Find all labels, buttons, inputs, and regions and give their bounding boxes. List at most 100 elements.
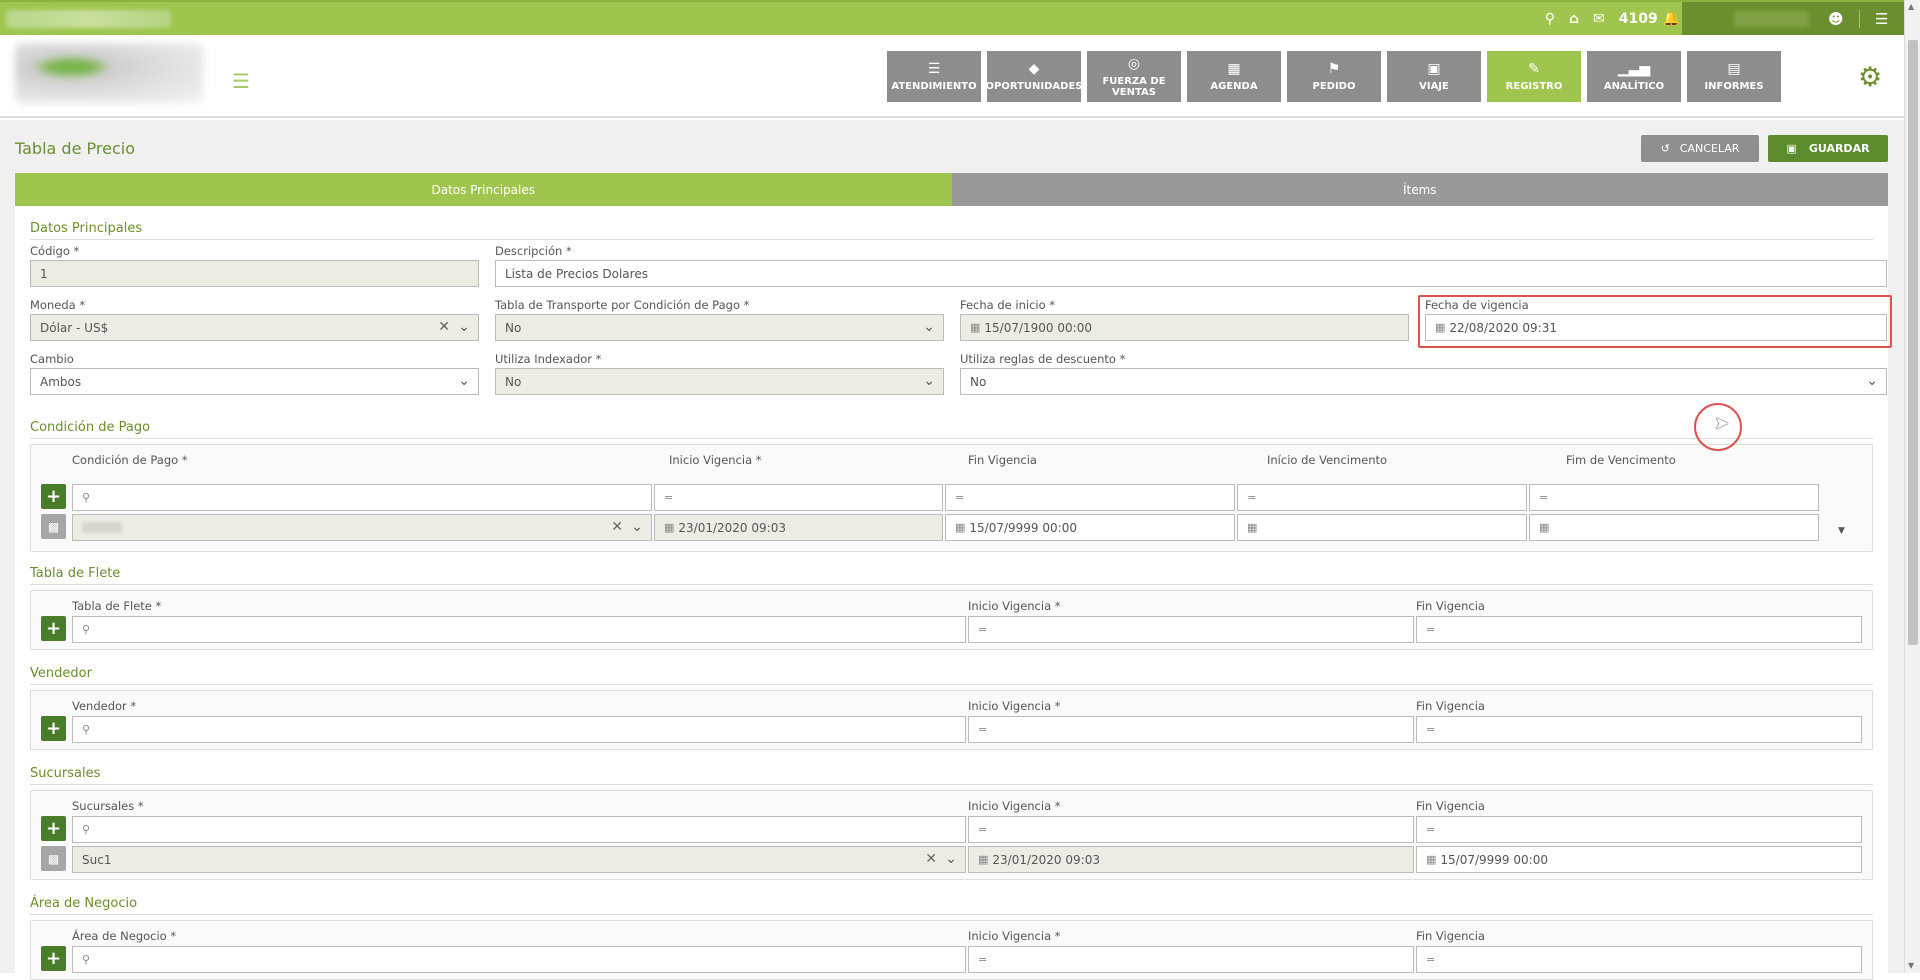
- fin-venc-filter[interactable]: =: [1529, 484, 1819, 511]
- moneda-select[interactable]: Dólar - US$ ✕ ⌄: [30, 314, 479, 341]
- reglas-select[interactable]: No ⌄: [960, 368, 1887, 395]
- chevron-down-icon[interactable]: ⌄: [923, 319, 935, 335]
- save-button[interactable]: ▣ GUARDAR: [1768, 135, 1888, 162]
- blurred-value: [82, 522, 122, 533]
- clear-icon[interactable]: ✕: [925, 851, 937, 867]
- delete-sucursal-button[interactable]: ▩: [41, 846, 66, 871]
- fin-filter[interactable]: =: [1416, 616, 1862, 643]
- delete-condicion-button[interactable]: ▩: [41, 514, 66, 539]
- clear-icon[interactable]: ✕: [611, 519, 623, 535]
- chevron-down-icon[interactable]: ⌄: [1866, 373, 1878, 389]
- tab-datos-principales[interactable]: Datos Principales: [15, 173, 952, 206]
- top-icons: ⚲ ⌂ ✉ 4109 🔔: [1545, 2, 1680, 35]
- inicio-filter[interactable]: =: [968, 716, 1414, 743]
- nav-label: VIAJE: [1419, 81, 1449, 92]
- inicio-vigencia-field[interactable]: ▦ 23/01/2020 09:03: [968, 846, 1414, 873]
- scroll-down-icon[interactable]: ▼: [1908, 961, 1914, 970]
- fin-filter[interactable]: =: [945, 484, 1235, 511]
- col-header: Inicio Vigencia *: [968, 699, 1061, 713]
- chevron-down-icon[interactable]: ⌄: [631, 519, 643, 535]
- fin-filter[interactable]: =: [1416, 946, 1862, 973]
- inicio-filter[interactable]: =: [968, 816, 1414, 843]
- inicio-vigencia-field[interactable]: ▦ 23/01/2020 09:03: [654, 514, 943, 541]
- nav-informes[interactable]: ▤ INFORMES: [1687, 51, 1781, 102]
- inicio-venc-filter[interactable]: =: [1237, 484, 1527, 511]
- nav-oportunidades[interactable]: ◆ OPORTUNIDADES: [985, 51, 1083, 102]
- nav-registro[interactable]: ✎ REGISTRO: [1487, 51, 1581, 102]
- user-icon[interactable]: ☻: [1828, 10, 1844, 28]
- scrollbar[interactable]: ▲ ▼: [1904, 0, 1920, 973]
- cancel-label: CANCELAR: [1679, 142, 1740, 155]
- nav-viaje[interactable]: ▣ VIAJE: [1387, 51, 1481, 102]
- edit-icon: ✎: [1528, 61, 1540, 77]
- chevron-down-icon[interactable]: ⌄: [945, 851, 957, 867]
- col-header: Condición de Pago *: [72, 453, 188, 467]
- fecha-vigencia-field[interactable]: ▦ 22/08/2020 09:31: [1425, 314, 1887, 341]
- flete-search-input[interactable]: ⚲: [72, 616, 966, 643]
- calendar-icon: ▦: [1426, 853, 1437, 866]
- sucursal-search-input[interactable]: ⚲: [72, 816, 966, 843]
- add-vendedor-button[interactable]: +: [41, 716, 66, 741]
- nav-agenda[interactable]: ▦ AGENDA: [1187, 51, 1281, 102]
- inicio-filter[interactable]: =: [968, 946, 1414, 973]
- transporte-select[interactable]: No ⌄: [495, 314, 944, 341]
- fin-filter[interactable]: =: [1416, 816, 1862, 843]
- hamburger-icon[interactable]: ☰: [232, 69, 250, 93]
- chevron-down-icon[interactable]: ⌄: [923, 373, 935, 389]
- scroll-up-icon[interactable]: ▲: [1908, 2, 1914, 11]
- inicio-filter[interactable]: =: [968, 616, 1414, 643]
- fin-filter[interactable]: =: [1416, 716, 1862, 743]
- area-search-input[interactable]: ⚲: [72, 946, 966, 973]
- nav-pedido[interactable]: ⚑ PEDIDO: [1287, 51, 1381, 102]
- section-title: Condición de Pago: [30, 420, 151, 435]
- col-header: Fin Vigencia: [1416, 699, 1485, 713]
- sucursal-select[interactable]: Suc1 ✕ ⌄: [72, 846, 966, 873]
- clear-icon[interactable]: ✕: [438, 319, 450, 335]
- calendar-icon: ▦: [1539, 521, 1550, 534]
- mail-icon[interactable]: ✉: [1593, 11, 1605, 27]
- fin-vigencia-field[interactable]: ▦ 15/07/9999 00:00: [945, 514, 1235, 541]
- descripcion-label: Descripción *: [495, 244, 572, 258]
- page-title: Tabla de Precio: [15, 139, 135, 158]
- cambio-select[interactable]: Ambos ⌄: [30, 368, 479, 395]
- notifications-button[interactable]: 4109 🔔: [1619, 11, 1680, 27]
- inicio-filter[interactable]: =: [654, 484, 943, 511]
- gear-icon[interactable]: ⚙: [1858, 62, 1882, 93]
- nav-fuerza-de-ventas[interactable]: ◎ FUERZA DE VENTAS: [1087, 51, 1181, 102]
- fin-venc-field[interactable]: ▦: [1529, 514, 1819, 541]
- search-icon[interactable]: ⚲: [1545, 11, 1555, 27]
- home-icon[interactable]: ⌂: [1569, 11, 1579, 27]
- fin-vigencia-field[interactable]: ▦ 15/07/9999 00:00: [1416, 846, 1862, 873]
- descripcion-field[interactable]: Lista de Precios Dolares: [495, 260, 1887, 287]
- chevron-down-icon[interactable]: ⌄: [458, 319, 470, 335]
- col-header: Tabla de Flete *: [72, 599, 162, 613]
- expand-icon[interactable]: ▼: [1838, 526, 1845, 536]
- condicion-search-input[interactable]: ⚲: [72, 484, 652, 511]
- condicion-select[interactable]: ✕ ⌄: [72, 514, 652, 541]
- inicio-venc-field[interactable]: ▦: [1237, 514, 1527, 541]
- add-sucursal-button[interactable]: +: [41, 816, 66, 841]
- add-condicion-button[interactable]: +: [41, 484, 66, 509]
- cancel-button[interactable]: ↺ CANCELAR: [1641, 135, 1759, 162]
- moneda-value: Dólar - US$: [40, 320, 109, 335]
- col-header: Início de Vencimento: [1267, 453, 1388, 467]
- nav-label: OPORTUNIDADES: [985, 81, 1083, 92]
- equals-icon: =: [1426, 953, 1436, 966]
- chevron-down-icon[interactable]: ⌄: [458, 373, 470, 389]
- add-flete-button[interactable]: +: [41, 616, 66, 641]
- user-box[interactable]: ☻ ☰: [1682, 2, 1904, 35]
- codigo-field[interactable]: 1: [30, 260, 479, 287]
- nav-analitico[interactable]: ▁▃▅ ANALÍTICO: [1587, 51, 1681, 102]
- vendedor-search-input[interactable]: ⚲: [72, 716, 966, 743]
- fecha-inicio-field[interactable]: ▦ 15/07/1900 00:00: [960, 314, 1409, 341]
- cambio-label: Cambio: [30, 352, 74, 366]
- calendar-icon: ▦: [1247, 521, 1258, 534]
- nav-atendimiento[interactable]: ☰ ATENDIMIENTO: [887, 51, 981, 102]
- equals-icon: =: [978, 953, 988, 966]
- add-area-button[interactable]: +: [41, 946, 66, 971]
- indexador-select[interactable]: No ⌄: [495, 368, 944, 395]
- tab-items[interactable]: Ítems: [951, 173, 1888, 206]
- equals-icon: =: [1426, 723, 1436, 736]
- scrollbar-thumb[interactable]: [1908, 40, 1918, 645]
- menu-icon[interactable]: ☰: [1875, 10, 1888, 28]
